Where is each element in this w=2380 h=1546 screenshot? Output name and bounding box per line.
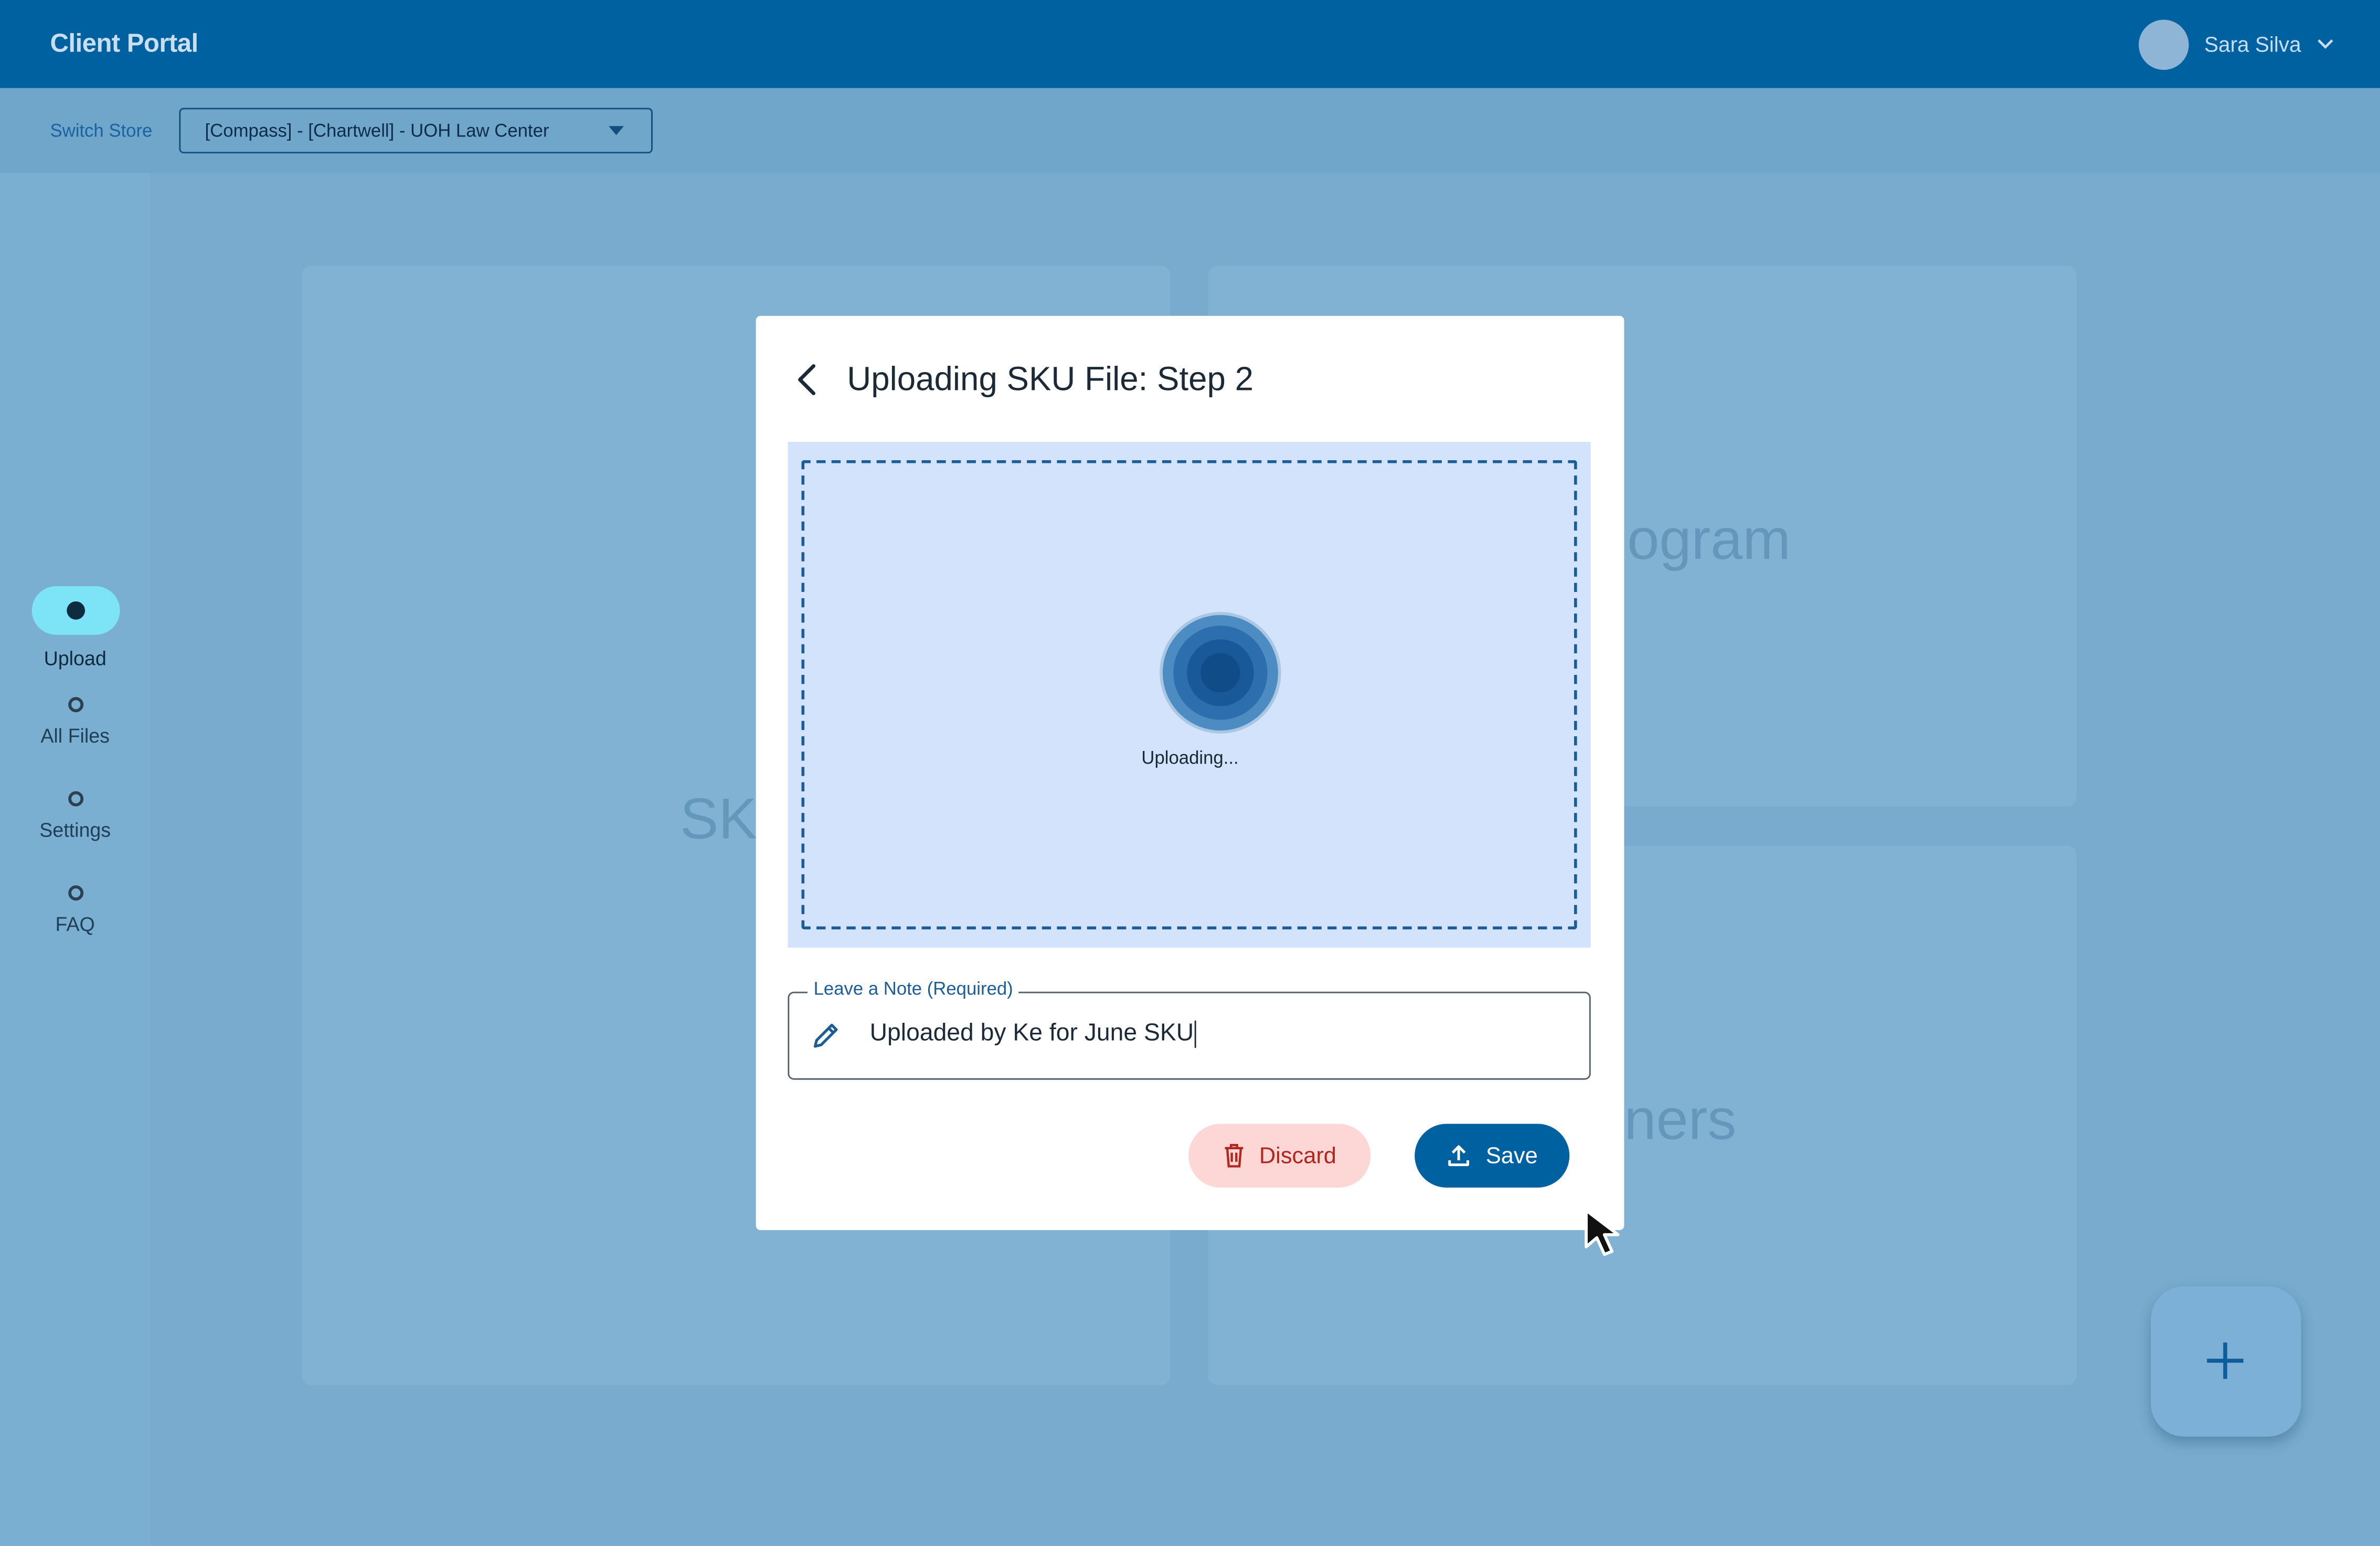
save-button[interactable]: Save <box>1415 1124 1570 1188</box>
mouse-cursor-icon <box>1585 1209 1620 1256</box>
nav-label-faq: FAQ <box>55 913 95 936</box>
plus-icon <box>2207 1342 2244 1379</box>
background-card-text: ners <box>1624 1088 1737 1153</box>
side-nav: Upload All Files Settings FAQ <box>0 173 151 1546</box>
spinner-icon <box>1160 612 1281 734</box>
chevron-down-icon[interactable] <box>2317 35 2335 54</box>
pencil-icon <box>813 1023 838 1048</box>
discard-button[interactable]: Discard <box>1188 1124 1371 1188</box>
user-name[interactable]: Sara Silva <box>2204 32 2301 56</box>
discard-button-label: Discard <box>1259 1142 1336 1169</box>
user-menu[interactable]: Sara Silva <box>2139 18 2335 70</box>
store-bar: Switch Store [Compass] - [Chartwell] - U… <box>0 88 2380 173</box>
note-input[interactable]: Uploaded by Ke for June SKU <box>870 1020 1197 1048</box>
add-fab-button[interactable] <box>2151 1286 2301 1437</box>
nav-indicator <box>67 885 83 901</box>
avatar[interactable] <box>2139 19 2190 69</box>
app-title: Client Portal <box>50 28 198 58</box>
upload-dialog: Uploading SKU File: Step 2 Uploading... … <box>756 315 1624 1231</box>
nav-label-upload: Upload <box>44 647 107 670</box>
upload-icon <box>1448 1145 1469 1167</box>
nav-indicator-active <box>31 586 120 635</box>
switch-store-label: Switch Store <box>50 120 153 142</box>
nav-label-settings: Settings <box>39 818 111 842</box>
top-bar: Client Portal Sara Silva <box>0 0 2380 88</box>
store-select[interactable]: [Compass] - [Chartwell] - UOH Law Center <box>179 108 653 154</box>
file-dropzone[interactable]: Uploading... <box>788 442 1591 948</box>
save-button-label: Save <box>1485 1142 1538 1169</box>
app-root: Client Portal Sara Silva Switch Store [C… <box>0 0 2380 1546</box>
nav-label-all-files: All Files <box>40 724 110 747</box>
background-card-text: ogram <box>1627 509 1791 573</box>
upload-status-text: Uploading... <box>1141 747 1239 769</box>
nav-item-faq[interactable]: FAQ <box>0 885 150 936</box>
note-field[interactable]: Leave a Note (Required) Uploaded by Ke f… <box>788 978 1591 1080</box>
nav-indicator <box>67 697 83 713</box>
store-select-value: [Compass] - [Chartwell] - UOH Law Center <box>205 120 549 142</box>
background-card-text: SK <box>680 788 757 852</box>
dialog-title: Uploading SKU File: Step 2 <box>847 359 1254 398</box>
nav-item-all-files[interactable]: All Files <box>0 697 150 747</box>
dropdown-arrow-icon <box>609 126 624 135</box>
trash-icon <box>1224 1143 1243 1168</box>
nav-indicator <box>67 791 83 807</box>
nav-item-settings[interactable]: Settings <box>0 791 150 841</box>
note-field-label: Leave a Note (Required) <box>808 978 1019 1000</box>
back-arrow-icon[interactable] <box>795 363 820 397</box>
nav-item-upload[interactable]: Upload <box>0 586 150 670</box>
